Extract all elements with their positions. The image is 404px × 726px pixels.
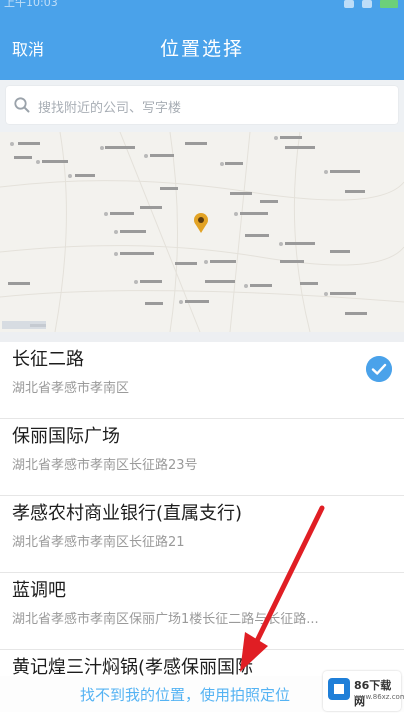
search-placeholder: 搜找附近的公司、写字楼 [38,101,182,116]
item-title: 孝感农村商业银行(直属支行) [12,503,243,524]
watermark-sub: www.86xz.com [354,693,404,701]
list-item[interactable]: 保丽国际广场 湖北省孝感市孝南区长征路23号 [0,419,404,496]
list-item[interactable]: 孝感农村商业银行(直属支行) 湖北省孝感市孝南区长征路21 [0,496,404,573]
battery-icon [380,0,398,8]
list-item[interactable]: 长征二路 湖北省孝感市孝南区 [0,342,404,419]
search-bar: 搜找附近的公司、写字楼 [0,80,404,132]
item-title: 长征二路 [12,349,84,370]
banner-prefix: 找不到我的位置，使用 [80,686,231,704]
banner-text: 找不到我的位置，使用拍照定位 [80,684,290,705]
map-canvas [0,132,404,332]
location-list: 长征二路 湖北省孝感市孝南区 保丽国际广场 湖北省孝感市孝南区长征路23号 孝感… [0,342,404,726]
signal-icon [344,0,354,8]
photo-location-link[interactable]: 拍照定位 [230,686,290,704]
wifi-icon [362,0,372,8]
watermark-logo-icon [328,678,350,700]
nav-bar: 取消 位置选择 [0,14,404,80]
status-icons [344,0,398,8]
page-title: 位置选择 [159,38,244,60]
search-input[interactable]: 搜找附近的公司、写字楼 [6,86,398,124]
check-icon [366,356,392,382]
item-address: 湖北省孝感市孝南区长征路21 [12,535,185,550]
item-address: 湖北省孝感市孝南区 [12,381,130,396]
status-bar: 上午10:03 [0,0,404,14]
map-view[interactable] [0,132,404,332]
item-address: 湖北省孝感市孝南区保丽广场1楼长征二路与长征路... [12,612,319,627]
list-item[interactable]: 蓝调吧 湖北省孝感市孝南区保丽广场1楼长征二路与长征路... [0,573,404,650]
map-divider [0,332,404,342]
item-title: 保丽国际广场 [12,426,120,447]
watermark: 86下载网 www.86xz.com [323,671,404,711]
item-title: 蓝调吧 [12,580,66,601]
status-time: 上午10:03 [4,0,58,9]
search-icon [14,97,30,113]
item-address: 湖北省孝感市孝南区长征路23号 [12,458,198,473]
